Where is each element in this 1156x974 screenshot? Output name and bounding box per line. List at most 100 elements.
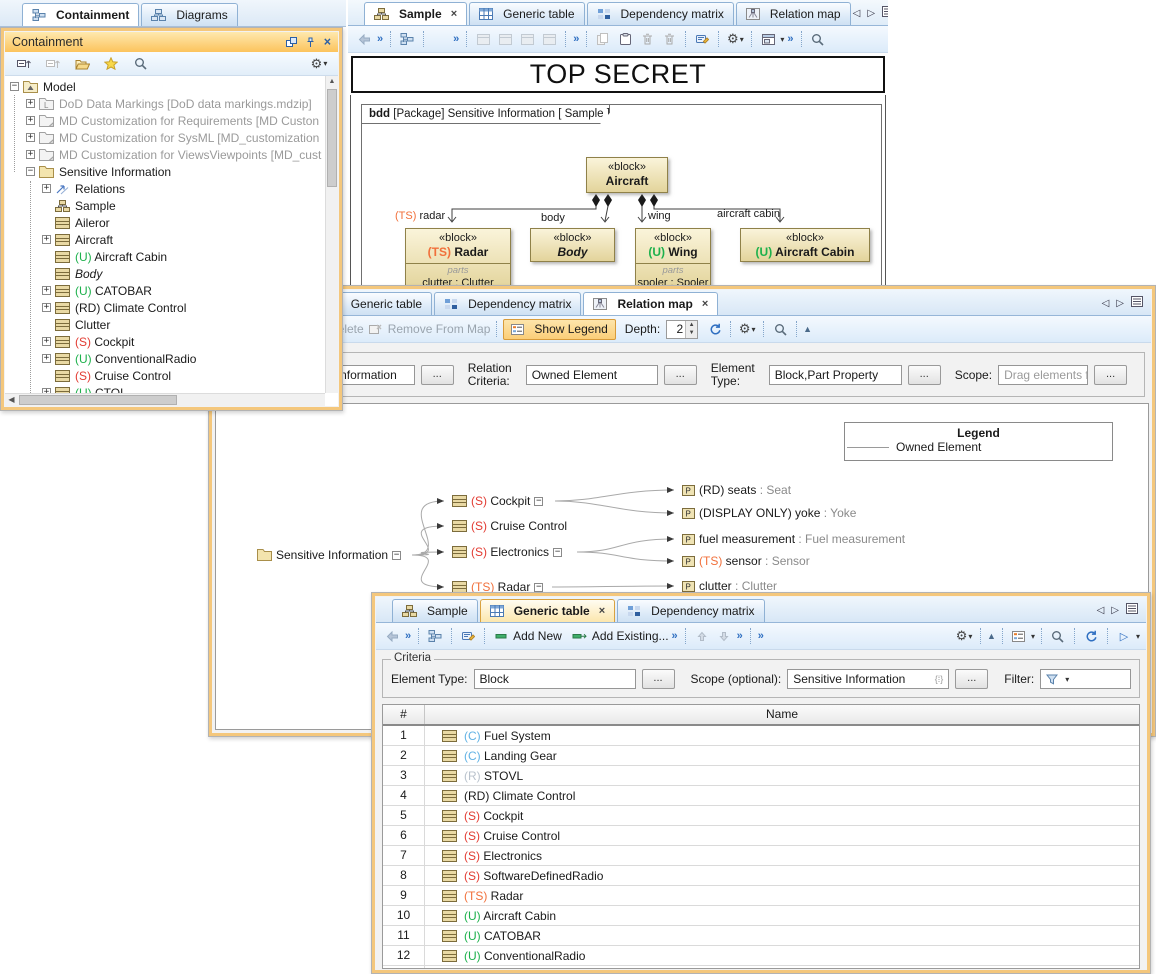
tree-item[interactable]: −Sensitive Information bbox=[5, 163, 325, 180]
element-type-field[interactable]: Block bbox=[474, 669, 636, 689]
block-wing[interactable]: «block»(U) Wingpartsspoler : Spoler bbox=[635, 228, 711, 290]
scrollbar-thumb[interactable] bbox=[19, 395, 177, 405]
search-icon[interactable] bbox=[130, 54, 150, 73]
spin-down-icon[interactable]: ▼ bbox=[686, 329, 697, 338]
relation-map-node[interactable]: (S) Cruise Control bbox=[452, 518, 567, 534]
collapse-criteria-icon[interactable]: ▲ bbox=[803, 324, 812, 334]
tab-list-icon[interactable] bbox=[1126, 603, 1138, 617]
block-body[interactable]: «block»Body bbox=[530, 228, 615, 262]
tree-item[interactable]: +MD Customization for ViewsViewpoints [M… bbox=[5, 146, 325, 163]
show-legend-button[interactable]: Show Legend bbox=[503, 319, 615, 340]
overflow-chevron-icon[interactable]: » bbox=[786, 33, 794, 45]
overflow-chevron-icon[interactable]: » bbox=[452, 33, 460, 45]
search-icon[interactable] bbox=[1048, 627, 1068, 646]
tag-icon[interactable] bbox=[458, 627, 478, 646]
table-row[interactable]: 4(RD) Climate Control bbox=[383, 786, 1139, 806]
tab-list-icon[interactable] bbox=[882, 6, 888, 20]
scope-more-button[interactable]: ... bbox=[1094, 365, 1127, 385]
table-row[interactable]: 2(C) Landing Gear bbox=[383, 746, 1139, 766]
tree-item[interactable]: Body bbox=[5, 265, 325, 282]
block-aircraft[interactable]: «block»Aircraft bbox=[586, 157, 668, 193]
tab-sample[interactable]: Sample bbox=[392, 599, 478, 622]
collapse-expander-icon[interactable]: − bbox=[534, 497, 543, 506]
diagram-canvas[interactable]: bdd [Package] Sensitive Information [ Sa… bbox=[350, 95, 886, 290]
tab-dependency-matrix[interactable]: Dependency matrix bbox=[617, 599, 764, 622]
table-row[interactable]: 5(S) Cockpit bbox=[383, 806, 1139, 826]
scrollbar-thumb[interactable] bbox=[327, 89, 337, 187]
expand-expander-icon[interactable]: + bbox=[42, 235, 51, 244]
block-aircraft-cabin[interactable]: «block»(U) Aircraft Cabin bbox=[740, 228, 870, 262]
expand-expander-icon[interactable]: + bbox=[26, 133, 35, 142]
scroll-left-icon[interactable]: ◀ bbox=[5, 394, 18, 406]
tab-list-icon[interactable] bbox=[1131, 296, 1143, 310]
export-play-icon[interactable]: ▷ bbox=[1114, 627, 1134, 646]
relation-map-node[interactable]: P(RD) seats : Seat bbox=[682, 482, 791, 498]
tab-dependency-matrix[interactable]: Dependency matrix bbox=[434, 292, 581, 315]
overflow-chevron-icon[interactable]: » bbox=[376, 33, 384, 45]
filter-field[interactable]: ▾ bbox=[1040, 669, 1131, 689]
scroll-tabs-left-icon[interactable]: ◁ bbox=[853, 8, 861, 19]
expand-expander-icon[interactable]: + bbox=[42, 303, 51, 312]
collapse-criteria-icon[interactable]: ▲ bbox=[987, 631, 996, 641]
options-gear-icon[interactable]: ⚙▾ bbox=[737, 320, 757, 339]
close-panel-icon[interactable]: × bbox=[324, 35, 331, 49]
favorites-star-icon[interactable] bbox=[101, 54, 121, 73]
overflow-chevron-icon[interactable]: » bbox=[404, 630, 412, 642]
table-row[interactable]: 13(U) CTOL bbox=[383, 966, 1139, 969]
scroll-up-icon[interactable]: ▲ bbox=[326, 76, 338, 88]
expand-expander-icon[interactable]: + bbox=[42, 184, 51, 193]
relation-map-node[interactable]: Pfuel measurement : Fuel measurement bbox=[682, 531, 905, 547]
relation-criteria-more-button[interactable]: ... bbox=[664, 365, 697, 385]
containment-tree-icon[interactable] bbox=[425, 627, 445, 646]
element-type-more-button[interactable]: ... bbox=[908, 365, 941, 385]
tab-dependency-matrix[interactable]: Dependency matrix bbox=[587, 2, 734, 25]
tree-item[interactable]: Sample bbox=[5, 197, 325, 214]
tab-sample[interactable]: Sample× bbox=[364, 2, 467, 25]
table-row[interactable]: 11(U) CATOBAR bbox=[383, 926, 1139, 946]
legend-box[interactable]: Legend Owned Element bbox=[844, 422, 1113, 461]
expand-expander-icon[interactable]: + bbox=[42, 286, 51, 295]
collapse-all-icon[interactable] bbox=[14, 54, 34, 73]
tree-item[interactable]: −Model bbox=[5, 78, 325, 95]
open-diagram-icon[interactable] bbox=[72, 54, 92, 73]
collapse-expander-icon[interactable]: − bbox=[553, 548, 562, 557]
tree-item[interactable]: +(U) CTOL bbox=[5, 384, 325, 393]
table-row[interactable]: 10(U) Aircraft Cabin bbox=[383, 906, 1139, 926]
window-layout-icon[interactable] bbox=[758, 30, 778, 49]
close-tab-icon[interactable]: × bbox=[451, 8, 457, 20]
tree-item[interactable]: +MD Customization for Requirements [MD C… bbox=[5, 112, 325, 129]
tree-item[interactable]: Clutter bbox=[5, 316, 325, 333]
context-more-button[interactable]: ... bbox=[421, 365, 454, 385]
add-new-icon[interactable] bbox=[491, 627, 511, 646]
scroll-tabs-right-icon[interactable]: ▷ bbox=[867, 8, 875, 19]
tab-containment[interactable]: Containment bbox=[22, 3, 139, 26]
table-row[interactable]: 7(S) Electronics bbox=[383, 846, 1139, 866]
search-icon[interactable] bbox=[770, 320, 790, 339]
relation-map-node[interactable]: Sensitive Information− bbox=[257, 547, 401, 563]
overflow-chevron-icon[interactable]: » bbox=[572, 33, 580, 45]
horizontal-scrollbar[interactable]: ◀ bbox=[5, 393, 325, 406]
block-radar[interactable]: «block»(TS) Radarpartsclutter : Clutter bbox=[405, 228, 511, 290]
tree-item[interactable]: +LDoD Data Markings [DoD data markings.m… bbox=[5, 95, 325, 112]
containment-tree-icon[interactable] bbox=[397, 30, 417, 49]
add-existing-button[interactable]: Add Existing... bbox=[592, 629, 669, 643]
relation-map-node[interactable]: (S) Electronics− bbox=[452, 544, 562, 560]
options-gear-icon[interactable]: ⚙▾ bbox=[954, 627, 974, 646]
scope-field[interactable]: Sensitive Information {⁞} bbox=[787, 669, 949, 689]
tree-item[interactable]: +(S) Cockpit bbox=[5, 333, 325, 350]
float-window-icon[interactable] bbox=[286, 37, 297, 47]
collapse-expander-icon[interactable]: − bbox=[392, 551, 401, 560]
table-row[interactable]: 1(C) Fuel System bbox=[383, 726, 1139, 746]
spin-up-icon[interactable]: ▲ bbox=[686, 321, 697, 330]
table-row[interactable]: 9(TS) Radar bbox=[383, 886, 1139, 906]
column-header-number[interactable]: # bbox=[383, 705, 425, 724]
scope-field[interactable]: Drag elements from th bbox=[998, 365, 1088, 385]
tree-item[interactable]: (S) Cruise Control bbox=[5, 367, 325, 384]
tree-item[interactable]: +Relations bbox=[5, 180, 325, 197]
expand-expander-icon[interactable]: + bbox=[42, 354, 51, 363]
pin-icon[interactable] bbox=[306, 37, 315, 48]
tree-item[interactable]: +MD Customization for SysML [MD_customiz… bbox=[5, 129, 325, 146]
element-type-more-button[interactable]: ... bbox=[642, 669, 675, 689]
table-row[interactable]: 8(S) SoftwareDefinedRadio bbox=[383, 866, 1139, 886]
tree-item[interactable]: +(U) ConventionalRadio bbox=[5, 350, 325, 367]
